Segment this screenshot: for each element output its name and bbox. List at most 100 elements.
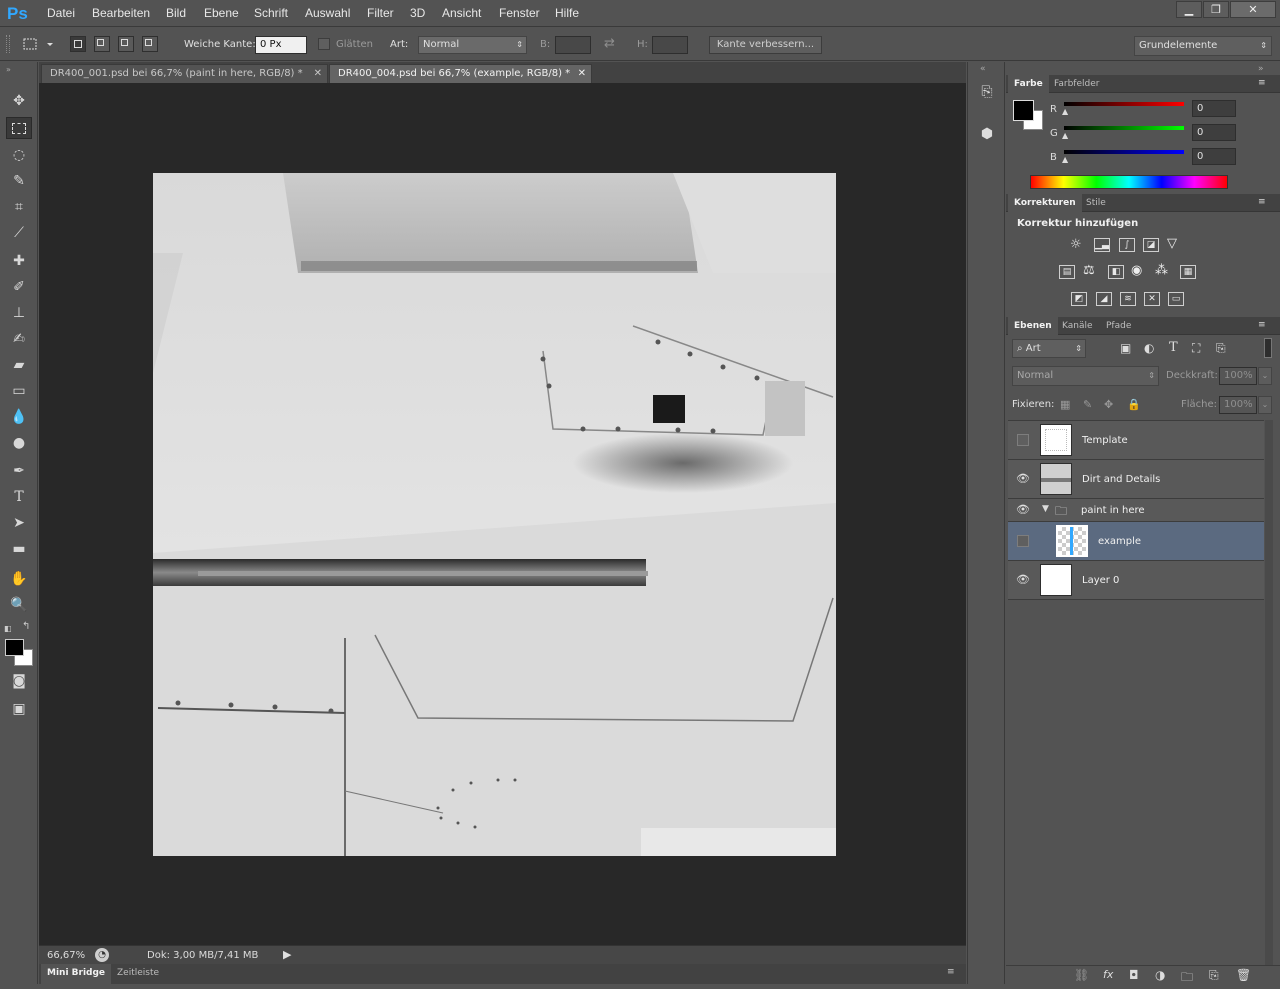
selective-color-icon[interactable]: ✕ xyxy=(1144,292,1160,306)
vibrance-icon[interactable]: ▽ xyxy=(1167,236,1177,251)
chevron-down-icon[interactable]: ⌄ xyxy=(1258,367,1272,385)
slider-handle-icon[interactable]: ▲ xyxy=(1062,131,1068,140)
expand-arrows-icon[interactable]: « xyxy=(980,64,986,74)
g-input[interactable]: 0 xyxy=(1192,124,1236,141)
filter-type-icon[interactable]: T xyxy=(1169,340,1178,355)
layer-name[interactable]: example xyxy=(1098,536,1141,547)
tab-stile[interactable]: Stile xyxy=(1080,194,1112,212)
swap-arrows-icon[interactable]: ⇄ xyxy=(604,36,615,51)
menu-schrift[interactable]: Schrift xyxy=(254,6,288,20)
layer-row-template[interactable]: Template xyxy=(1008,421,1264,460)
stamp-tool-icon[interactable]: ⊥ xyxy=(6,302,32,324)
photo-filter-icon[interactable]: ◉ xyxy=(1131,263,1142,278)
fx-icon[interactable]: fx xyxy=(1103,968,1113,981)
lasso-tool-icon[interactable]: ◌ xyxy=(6,144,32,166)
menu-hilfe[interactable]: Hilfe xyxy=(555,6,579,20)
eyedropper-tool-icon[interactable]: ⟋ xyxy=(6,222,32,244)
feather-input[interactable]: 0 Px xyxy=(255,36,307,54)
tab-dr400-001[interactable]: DR400_001.psd bei 66,7% (paint in here, … xyxy=(41,64,328,83)
exposure-icon[interactable]: ◪ xyxy=(1143,238,1159,252)
menu-auswahl[interactable]: Auswahl xyxy=(305,6,350,20)
r-input[interactable]: 0 xyxy=(1192,100,1236,117)
close-icon[interactable]: ✕ xyxy=(578,68,586,79)
link-layers-icon[interactable]: ⛓ xyxy=(1074,968,1089,982)
eye-icon[interactable]: 👁 xyxy=(1016,473,1030,485)
curves-icon[interactable]: ∫ xyxy=(1119,238,1135,252)
threshold-icon[interactable]: ≋ xyxy=(1120,292,1136,306)
color-spectrum-bar[interactable] xyxy=(1030,175,1228,189)
grip-handle[interactable] xyxy=(6,35,10,53)
new-selection-icon[interactable] xyxy=(70,36,86,52)
zoom-tool-icon[interactable]: 🔍 xyxy=(6,594,32,616)
tab-farbe[interactable]: Farbe xyxy=(1008,75,1049,93)
lock-pixels-icon[interactable]: ✎ xyxy=(1083,398,1092,411)
b-slider[interactable] xyxy=(1064,150,1184,154)
layer-name[interactable]: paint in here xyxy=(1081,505,1145,516)
path-selection-tool-icon[interactable]: ➤ xyxy=(6,512,32,534)
rect-marquee-tool-icon[interactable] xyxy=(6,117,32,139)
layer-row-dirt-and-details[interactable]: 👁 Dirt and Details xyxy=(1008,460,1264,499)
tool-preset-picker[interactable] xyxy=(20,35,54,53)
gradient-map-icon[interactable]: ▭ xyxy=(1168,292,1184,306)
layer-filter-select[interactable]: ⌕ Art ⇕ xyxy=(1012,339,1086,358)
channel-mixer-icon[interactable]: ⁂ xyxy=(1155,263,1168,278)
tab-farbfelder[interactable]: Farbfelder xyxy=(1048,75,1105,93)
quick-mask-icon[interactable]: ◙ xyxy=(6,670,32,692)
lock-position-icon[interactable]: ✥ xyxy=(1104,398,1113,411)
filter-shape-icon[interactable]: ⛶ xyxy=(1192,341,1200,356)
document-canvas[interactable] xyxy=(153,173,836,856)
tab-kanaele[interactable]: Kanäle xyxy=(1056,317,1099,335)
new-adjustment-layer-icon[interactable]: ◑ xyxy=(1155,968,1165,982)
color-lookup-icon[interactable]: ▦ xyxy=(1180,265,1196,279)
black-white-icon[interactable]: ◧ xyxy=(1108,265,1124,279)
levels-icon[interactable]: ▁▃ xyxy=(1094,238,1110,252)
refine-edge-button[interactable]: Kante verbessern... xyxy=(709,36,822,54)
restore-button[interactable]: ❐ xyxy=(1203,1,1229,18)
chevron-down-icon[interactable]: ⌄ xyxy=(1258,396,1272,414)
tab-korrekturen[interactable]: Korrekturen xyxy=(1008,194,1082,212)
pen-tool-icon[interactable]: ✒ xyxy=(6,460,32,482)
blur-tool-icon[interactable]: 💧 xyxy=(6,406,32,428)
layer-name[interactable]: Dirt and Details xyxy=(1082,474,1160,485)
foreground-color-swatch[interactable] xyxy=(5,639,24,656)
panel-menu-icon[interactable]: ≡ xyxy=(1258,320,1266,330)
filter-adjustment-icon[interactable]: ◐ xyxy=(1144,341,1154,355)
layer-name[interactable]: Template xyxy=(1082,435,1128,446)
b-input[interactable]: 0 xyxy=(1192,148,1236,165)
collapse-arrows-icon[interactable]: » xyxy=(1258,64,1264,74)
layer-name[interactable]: Layer 0 xyxy=(1082,575,1119,586)
layer-row-layer-0[interactable]: 👁 Layer 0 xyxy=(1008,561,1264,600)
menu-fenster[interactable]: Fenster xyxy=(499,6,540,20)
visibility-toggle[interactable] xyxy=(1017,434,1029,446)
add-mask-icon[interactable]: ◘ xyxy=(1129,968,1139,982)
expand-triangle-icon[interactable]: ▼ xyxy=(1042,504,1049,514)
layer-row-example[interactable]: example xyxy=(1008,522,1264,561)
type-tool-icon[interactable]: T xyxy=(6,486,32,508)
new-group-icon[interactable]: 🗀 xyxy=(1181,968,1193,989)
default-colors-icon[interactable]: ◧ xyxy=(4,624,12,633)
tab-timeline[interactable]: Zeitleiste xyxy=(111,964,165,984)
color-balance-icon[interactable]: ⚖ xyxy=(1083,263,1095,278)
subtract-selection-icon[interactable] xyxy=(118,36,134,52)
history-brush-tool-icon[interactable]: ✍ xyxy=(6,328,32,350)
crop-tool-icon[interactable]: ⌗ xyxy=(6,196,32,218)
healing-brush-tool-icon[interactable]: ✚ xyxy=(6,250,32,272)
opacity-input[interactable]: 100% xyxy=(1219,367,1257,385)
filter-toggle-switch[interactable] xyxy=(1264,338,1272,358)
foreground-color-swatch[interactable] xyxy=(1013,100,1034,121)
menu-ansicht[interactable]: Ansicht xyxy=(442,6,481,20)
tab-mini-bridge[interactable]: Mini Bridge xyxy=(41,964,112,984)
share-icon[interactable]: ◔ xyxy=(95,948,109,962)
status-menu-arrow-icon[interactable]: ▶ xyxy=(283,948,291,961)
minimize-button[interactable]: ▁ xyxy=(1176,1,1202,18)
swap-colors-icon[interactable]: ↰ xyxy=(22,621,30,632)
panel-menu-icon[interactable]: ≡ xyxy=(1258,197,1266,207)
intersect-selection-icon[interactable] xyxy=(142,36,158,52)
gradient-tool-icon[interactable]: ▭ xyxy=(6,380,32,402)
move-tool-icon[interactable]: ✥ xyxy=(6,90,32,112)
visibility-toggle[interactable] xyxy=(1017,535,1029,547)
tab-ebenen[interactable]: Ebenen xyxy=(1008,317,1058,335)
menu-bearbeiten[interactable]: Bearbeiten xyxy=(92,6,150,20)
menu-3d[interactable]: 3D xyxy=(410,6,425,20)
zoom-level[interactable]: 66,67% xyxy=(47,950,85,961)
